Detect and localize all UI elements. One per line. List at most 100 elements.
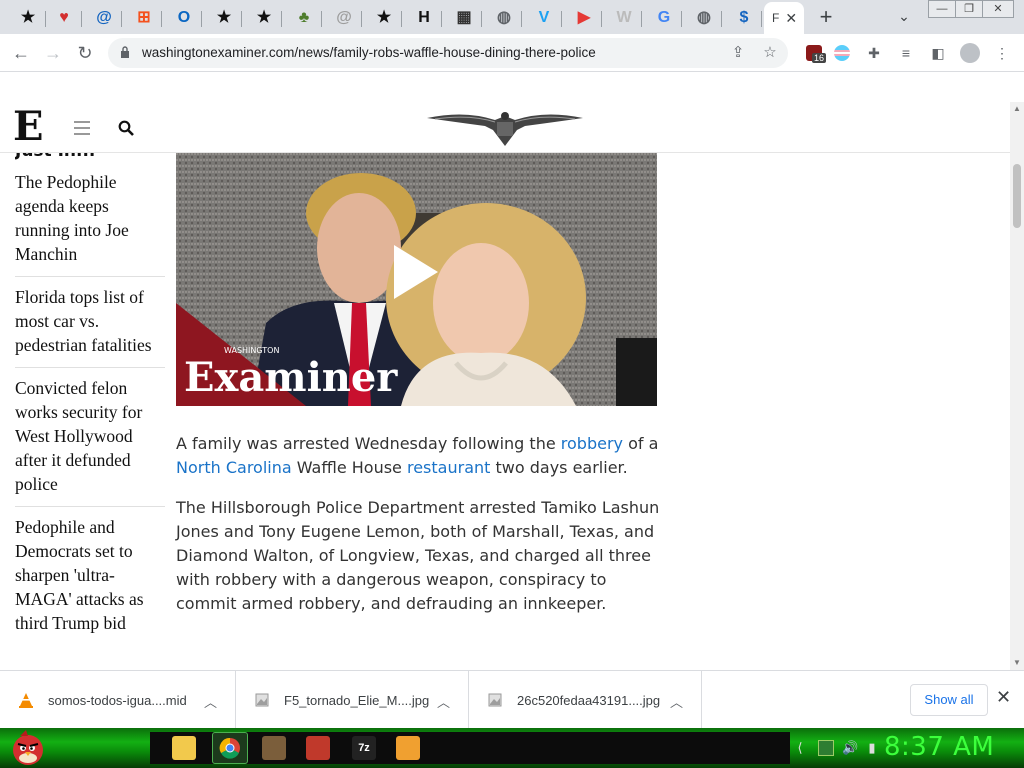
- tab-search-chevron-icon[interactable]: ⌄: [894, 8, 914, 28]
- browser-tab[interactable]: ▦: [446, 4, 482, 32]
- extension-badge-icon[interactable]: 16: [804, 43, 827, 63]
- image-file-icon: [488, 693, 502, 707]
- browser-tab[interactable]: ★: [366, 4, 402, 32]
- browser-tab[interactable]: O: [166, 4, 202, 32]
- page-scrollbar[interactable]: ▲ ▼: [1010, 102, 1024, 670]
- tab-strip: ★ ♥ @ ⊞ O ★ ★ ♣ @ ★ H ▦ ◍ V ▶ W G ◍ $ F ✕ + ⌄ — ❐ ✕: [0, 0, 1024, 34]
- tab-separator: [161, 11, 162, 27]
- north-carolina-link[interactable]: North Carolina: [176, 458, 292, 477]
- address-bar[interactable]: washingtonexaminer.com/news/family-robs-…: [108, 38, 788, 68]
- show-all-downloads-button[interactable]: Show all: [910, 684, 988, 716]
- angry-bird-icon[interactable]: [8, 728, 48, 768]
- seven-zip-icon[interactable]: 7z: [352, 736, 376, 760]
- active-tab[interactable]: F ✕: [764, 2, 804, 34]
- hamburger-menu-icon[interactable]: [74, 121, 90, 135]
- download-item[interactable]: somos-todos-igua....mid ︿: [0, 671, 236, 729]
- star-icon: ★: [376, 9, 392, 26]
- pride-flag-extension-icon[interactable]: [832, 43, 852, 63]
- download-item[interactable]: 26c520fedaa43191....jpg ︿: [469, 671, 702, 729]
- chrome-taskbar-button[interactable]: [212, 732, 248, 764]
- media-player-icon[interactable]: [396, 736, 420, 760]
- tab-separator: [201, 11, 202, 27]
- browser-tab[interactable]: V: [526, 4, 562, 32]
- media-playlist-icon[interactable]: ≡: [896, 43, 916, 63]
- minimize-button[interactable]: —: [928, 0, 956, 18]
- scroll-down-arrow-icon[interactable]: ▼: [1013, 658, 1021, 667]
- browser-tab[interactable]: ▶: [566, 4, 602, 32]
- download-filename: somos-todos-igua....mid: [48, 692, 187, 708]
- network-icon[interactable]: ▮: [864, 740, 880, 756]
- browser-tab[interactable]: ♥: [46, 4, 82, 32]
- reload-icon[interactable]: ↻: [74, 42, 96, 64]
- video-thumbnail-image: WASHINGTON Examiner: [176, 153, 657, 406]
- tab-separator: [321, 11, 322, 27]
- h-icon: H: [418, 9, 430, 26]
- browser-tab[interactable]: G: [646, 4, 682, 32]
- globe-icon: ◍: [497, 9, 511, 26]
- globe-icon: ◍: [697, 9, 711, 26]
- forward-arrow-icon[interactable]: →: [42, 42, 64, 64]
- chevron-up-icon[interactable]: ︿: [437, 692, 450, 711]
- side-panel-icon[interactable]: ◧: [928, 43, 948, 63]
- game-app-icon[interactable]: [262, 736, 286, 760]
- download-item[interactable]: F5_tornado_Elie_M....jpg ︿: [236, 671, 469, 729]
- close-tab-icon[interactable]: ✕: [785, 10, 797, 27]
- share-icon[interactable]: ⇪: [728, 43, 748, 63]
- os-taskbar: 7z ⟨ 🔊 ▮ 8:37 AM: [0, 728, 1024, 768]
- taskbar-clock[interactable]: 8:37 AM: [884, 732, 994, 762]
- video-player[interactable]: WASHINGTON Examiner: [176, 153, 657, 406]
- tab-separator: [441, 11, 442, 27]
- chevron-up-icon[interactable]: ︿: [204, 692, 217, 711]
- browser-tab[interactable]: ◍: [486, 4, 522, 32]
- browser-tab[interactable]: $: [726, 4, 762, 32]
- sidebar-headline-link[interactable]: Florida tops list of most car vs. pedest…: [15, 277, 165, 368]
- sidebar-headline-link[interactable]: Convicted felon works security for West …: [15, 368, 165, 507]
- browser-tab[interactable]: @: [326, 4, 362, 32]
- menu-kebab-icon[interactable]: ⋮: [992, 43, 1012, 63]
- close-window-button[interactable]: ✕: [982, 0, 1014, 18]
- robbery-link[interactable]: robbery: [561, 434, 623, 453]
- browser-tab[interactable]: ◍: [686, 4, 722, 32]
- restaurant-link[interactable]: restaurant: [407, 458, 490, 477]
- star-icon: ★: [216, 9, 232, 26]
- at-icon: @: [96, 9, 112, 26]
- frog-icon: ♣: [298, 9, 310, 26]
- browser-tab[interactable]: ★: [10, 4, 46, 32]
- restore-button[interactable]: ❐: [955, 0, 983, 18]
- back-arrow-icon[interactable]: ←: [10, 42, 32, 64]
- new-tab-button[interactable]: +: [814, 6, 838, 30]
- tray-chevron-icon[interactable]: ⟨: [792, 740, 808, 756]
- chevron-up-icon[interactable]: ︿: [670, 692, 683, 711]
- browser-tab[interactable]: ♣: [286, 4, 322, 32]
- just-in-sidebar: Just In... The Pedophile agenda keeps ru…: [15, 146, 165, 645]
- search-icon[interactable]: [118, 120, 134, 136]
- browser-tab[interactable]: ⊞: [126, 4, 162, 32]
- eagle-emblem-icon[interactable]: [425, 108, 585, 148]
- scroll-up-arrow-icon[interactable]: ▲: [1013, 104, 1021, 113]
- browser-tab[interactable]: ★: [246, 4, 282, 32]
- close-downloads-bar-icon[interactable]: ✕: [996, 687, 1011, 708]
- browser-tab[interactable]: @: [86, 4, 122, 32]
- bookmark-star-icon[interactable]: ☆: [760, 43, 780, 63]
- article-body: A family was arrested Wednesday followin…: [176, 432, 666, 632]
- battery-icon[interactable]: [818, 740, 834, 756]
- puzzle-extensions-icon[interactable]: ✚: [864, 43, 884, 63]
- browser-tab[interactable]: W: [606, 4, 642, 32]
- sidebar-headline-link[interactable]: Pedophile and Democrats set to sharpen '…: [15, 507, 165, 645]
- tab-separator: [681, 11, 682, 27]
- video-watermark-logo: Examiner: [184, 354, 398, 401]
- browser-tab[interactable]: ★: [206, 4, 242, 32]
- angry-bird-app-icon[interactable]: [306, 736, 330, 760]
- profile-avatar-icon[interactable]: [960, 43, 980, 63]
- browser-tab[interactable]: H: [406, 4, 442, 32]
- download-filename: 26c520fedaa43191....jpg: [517, 692, 661, 708]
- volume-icon[interactable]: 🔊: [842, 740, 858, 756]
- youtube-icon: ▶: [577, 9, 591, 26]
- sidebar-headline-link[interactable]: The Pedophile agenda keeps running into …: [15, 162, 165, 277]
- file-explorer-icon[interactable]: [172, 736, 196, 760]
- v-icon: V: [538, 9, 550, 26]
- lock-icon: [121, 46, 129, 58]
- site-logo-icon[interactable]: E: [13, 105, 44, 149]
- dollar-icon: $: [739, 9, 749, 26]
- scrollbar-thumb[interactable]: [1013, 164, 1021, 228]
